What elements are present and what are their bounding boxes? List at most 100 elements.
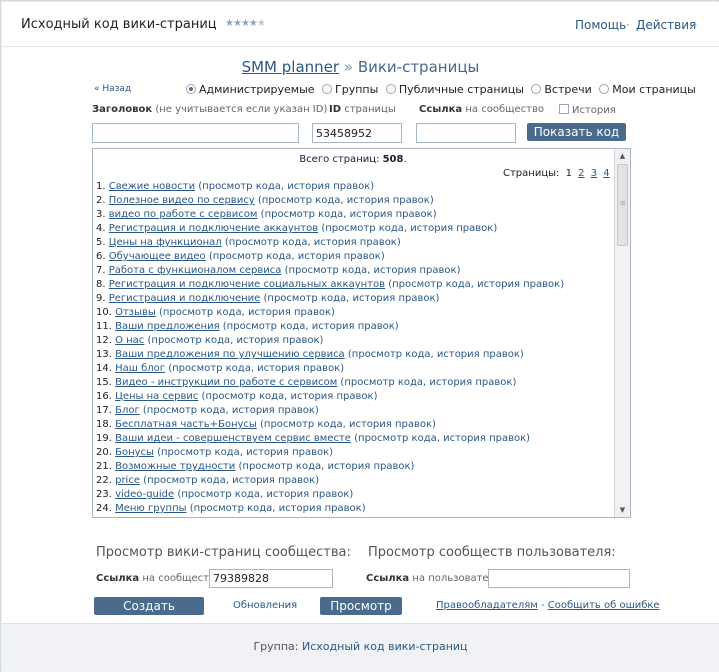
community-link-input[interactable] — [416, 123, 516, 143]
list-item-number: 17. — [96, 405, 112, 416]
list-item-link[interactable]: Свежие новости — [109, 181, 195, 192]
list-item-actions[interactable]: (просмотр кода, история правок) — [202, 391, 378, 402]
list-item-actions[interactable]: (просмотр кода, история правок) — [190, 503, 366, 514]
list-item-actions[interactable]: (просмотр кода, история правок) — [258, 195, 434, 206]
history-checkbox[interactable]: История — [559, 104, 616, 116]
back-link[interactable]: « Назад — [94, 84, 131, 94]
page-link[interactable]: 4 — [603, 168, 609, 179]
list-item-link[interactable]: Ваши предложения — [115, 321, 220, 332]
list-item-link[interactable]: Полезное видео по сервису — [109, 195, 255, 206]
list-item-number: 15. — [96, 377, 112, 388]
star-icon: ★ — [240, 18, 250, 29]
list-item-actions[interactable]: (просмотр кода, история правок) — [148, 335, 324, 346]
pages-list-box[interactable]: Всего страниц: 508. Страницы: 1 2 3 4 5 … — [92, 148, 631, 518]
list-item-link[interactable]: Ваши предложения по улучшению сервиса — [115, 349, 345, 360]
list-item-link[interactable]: Наш блог — [115, 363, 165, 374]
list-item-actions[interactable]: (просмотр кода, история правок) — [340, 377, 516, 388]
list-item-actions[interactable]: (просмотр кода, история правок) — [198, 181, 374, 192]
filter-radio-admin[interactable]: Администрируемые — [186, 83, 315, 96]
list-item-number: 19. — [96, 433, 112, 444]
report-error-link[interactable]: Сообщить об ошибке — [548, 600, 660, 611]
user-link-input[interactable] — [488, 569, 630, 588]
list-item: 10. Отзывы (просмотр кода, история право… — [96, 306, 611, 320]
page-link[interactable]: 2 — [578, 168, 584, 179]
list-item-link[interactable]: Работа с функционалом сервиса — [109, 265, 282, 276]
actions-menu[interactable]: Действия — [636, 18, 696, 32]
list-item-link[interactable]: Меню группы — [115, 503, 186, 514]
list-item-link[interactable]: Блог — [115, 405, 140, 416]
list-item-actions[interactable]: (просмотр кода, история правок) — [157, 447, 333, 458]
list-item-actions[interactable]: (просмотр кода, история правок) — [285, 265, 461, 276]
total-pages: Всего страниц: 508. — [299, 154, 407, 165]
list-item: 8. Регистрация и подключение социальных … — [96, 278, 611, 292]
radio-icon — [322, 84, 333, 94]
user-view-title: Просмотр сообществ пользователя: — [368, 545, 616, 560]
list-item-link[interactable]: Обучающее видео — [109, 251, 206, 262]
filter-radio-events[interactable]: Встречи — [531, 83, 592, 96]
list-item-link[interactable]: Регистрация и подключение социальных акк… — [109, 279, 385, 290]
filter-radio-my[interactable]: Мои страницы — [599, 83, 696, 96]
list-item-number: 3. — [96, 209, 106, 220]
pages-list: 1. Свежие новости (просмотр кода, истори… — [96, 180, 611, 516]
list-item-link[interactable]: Регистрация и подключение — [109, 293, 261, 304]
list-item-number: 13. — [96, 349, 112, 360]
list-item-link[interactable]: О нас — [115, 335, 144, 346]
list-item-link[interactable]: Регистрация и подключение аккаунтов — [109, 223, 318, 234]
community-title-link[interactable]: SMM planner — [242, 58, 339, 76]
list-item-link[interactable]: видео по работе с сервисом — [109, 209, 258, 220]
rights-holders-link[interactable]: Правообладателям — [436, 600, 538, 611]
list-item-link[interactable]: Бесплатная часть+Бонусы — [115, 419, 257, 430]
list-item-link[interactable]: Видео - инструкции по работе с сервисом — [115, 377, 337, 388]
title-field-label: Заголовок (не учитывается если указан ID… — [92, 104, 328, 115]
filter-radio-groups[interactable]: Группы — [322, 83, 378, 96]
list-item-number: 18. — [96, 419, 112, 430]
list-item-actions[interactable]: (просмотр кода, история правок) — [209, 251, 385, 262]
list-item-actions[interactable]: (просмотр кода, история правок) — [261, 209, 437, 220]
footer-text: Группа: Исходный код вики-страниц — [2, 640, 719, 653]
page-link[interactable]: 3 — [591, 168, 597, 179]
page-id-input[interactable] — [312, 123, 402, 143]
list-item-actions[interactable]: (просмотр кода, история правок) — [348, 349, 524, 360]
list-item-link[interactable]: Бонусы — [115, 447, 154, 458]
list-item: 18. Бесплатная часть+Бонусы (просмотр ко… — [96, 418, 611, 432]
filter-radio-public[interactable]: Публичные страницы — [385, 83, 524, 96]
view-button[interactable]: Просмотр — [320, 597, 402, 615]
updates-link[interactable]: Обновления — [233, 600, 297, 611]
list-scrollbar[interactable]: ▲ ≡ ▼ — [614, 149, 630, 517]
help-link[interactable]: Помощь — [575, 18, 626, 32]
list-item: 13. Ваши предложения по улучшению сервис… — [96, 348, 611, 362]
title-input[interactable] — [92, 123, 299, 143]
list-item-actions[interactable]: (просмотр кода, история правок) — [168, 363, 344, 374]
list-item-link[interactable]: Отзывы — [115, 307, 156, 318]
history-label: История — [572, 105, 616, 116]
list-item-link[interactable]: video-guide — [115, 489, 174, 500]
list-item-link[interactable]: Ваши идеи - совершенствуем сервис вместе — [115, 433, 351, 444]
list-item-actions[interactable]: (просмотр кода, история правок) — [159, 307, 335, 318]
create-page-button[interactable]: Создать страницу — [94, 597, 204, 631]
list-item-actions[interactable]: (просмотр кода, история правок) — [354, 433, 530, 444]
list-item-actions[interactable]: (просмотр кода, история правок) — [264, 293, 440, 304]
chevron-down-icon[interactable]: ⌄ — [691, 19, 699, 29]
community-view-title: Просмотр вики-страниц сообщества: — [96, 545, 351, 560]
list-item-actions[interactable]: (просмотр кода, история правок) — [239, 461, 415, 472]
list-item-link[interactable]: Цены на сервис — [115, 391, 198, 402]
list-item-actions[interactable]: (просмотр кода, история правок) — [225, 237, 401, 248]
list-item-actions[interactable]: (просмотр кода, история правок) — [143, 475, 319, 486]
scroll-up-icon[interactable]: ▲ — [615, 149, 630, 163]
list-item-actions[interactable]: (просмотр кода, история правок) — [388, 279, 564, 290]
footer-group-link[interactable]: Исходный код вики-страниц — [302, 640, 468, 653]
scroll-thumb[interactable]: ≡ — [617, 164, 628, 246]
footer-label: Группа: — [253, 640, 299, 653]
list-item-link[interactable]: Возможные трудности — [115, 461, 235, 472]
list-item-link[interactable]: Цены на функционал — [109, 237, 222, 248]
show-code-button[interactable]: Показать код — [527, 123, 626, 141]
list-item-actions[interactable]: (просмотр кода, история правок) — [260, 419, 436, 430]
list-item: 11. Ваши предложения (просмотр кода, ист… — [96, 320, 611, 334]
scroll-down-icon[interactable]: ▼ — [615, 503, 630, 517]
community-id-input[interactable] — [209, 569, 333, 588]
list-item-actions[interactable]: (просмотр кода, история правок) — [223, 321, 399, 332]
list-item-actions[interactable]: (просмотр кода, история правок) — [177, 489, 353, 500]
list-item-actions[interactable]: (просмотр кода, история правок) — [321, 223, 497, 234]
list-item-actions[interactable]: (просмотр кода, история правок) — [143, 405, 319, 416]
list-item-link[interactable]: price — [115, 475, 140, 486]
